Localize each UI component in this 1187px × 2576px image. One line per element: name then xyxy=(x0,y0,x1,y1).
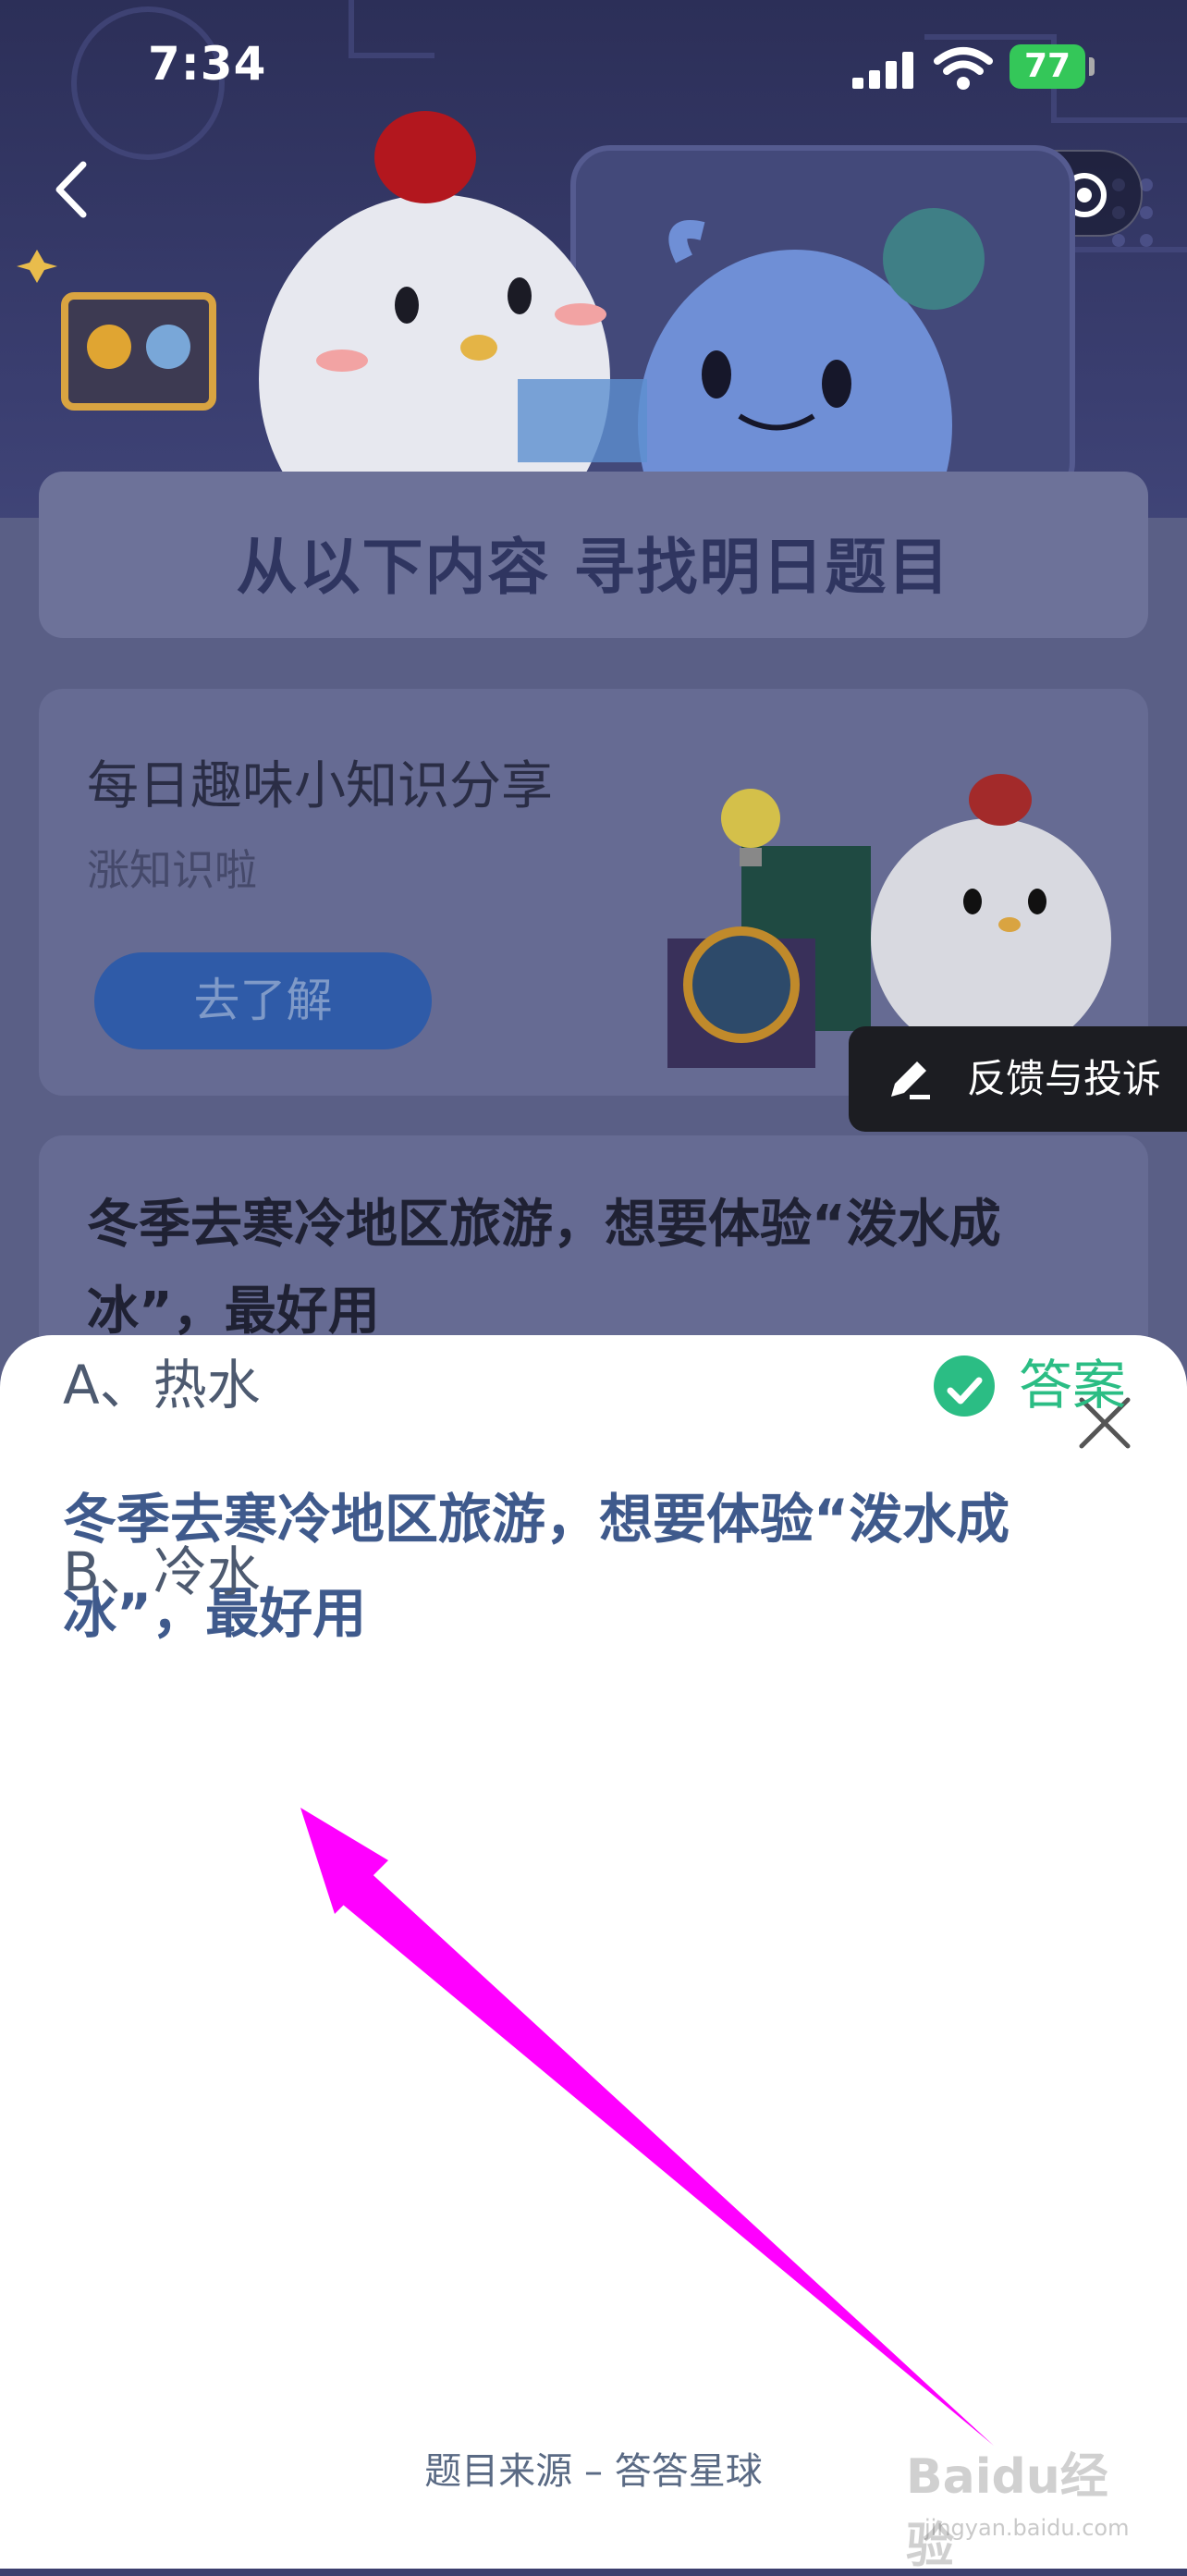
option-a[interactable]: A、热水 答案 xyxy=(63,1339,1126,1431)
option-b-label: B、冷水 xyxy=(63,1540,261,1603)
answer-sheet: 冬季去寒冷地区旅游，想要体验“泼水成冰”，最好用 xyxy=(0,1335,1187,2569)
answer-label: 答案 xyxy=(1018,1354,1126,1417)
card-subtitle: 涨知识啦 xyxy=(87,845,257,895)
mascot-illustration xyxy=(17,111,1075,518)
learn-more-button[interactable]: 去了解 xyxy=(94,952,432,1049)
watermark: Baidu经验 jingyan.baidu.com xyxy=(906,2437,1137,2574)
answer-badge: 答案 xyxy=(933,1339,1126,1431)
edit-pencil-icon xyxy=(891,1061,930,1099)
section-heading: 从以下内容 寻找明日题目 xyxy=(236,532,951,603)
card-title: 每日趣味小知识分享 xyxy=(87,756,553,816)
knowledge-illustration xyxy=(667,774,1111,1068)
option-b[interactable]: B、冷水 xyxy=(63,1526,1126,1618)
feedback-label: 反馈与投诉 xyxy=(967,1056,1162,1101)
watermark-url: jingyan.baidu.com xyxy=(924,2515,1130,2541)
feedback-button[interactable]: 反馈与投诉 xyxy=(849,1026,1187,1132)
option-a-label: A、热水 xyxy=(63,1354,261,1417)
question-preview-text: 冬季去寒冷地区旅游，想要体验“泼水成冰”，最好用 xyxy=(87,1195,1001,1342)
check-icon xyxy=(933,1355,995,1417)
battery-cap xyxy=(1089,57,1095,76)
badge-board-icon xyxy=(17,250,216,411)
